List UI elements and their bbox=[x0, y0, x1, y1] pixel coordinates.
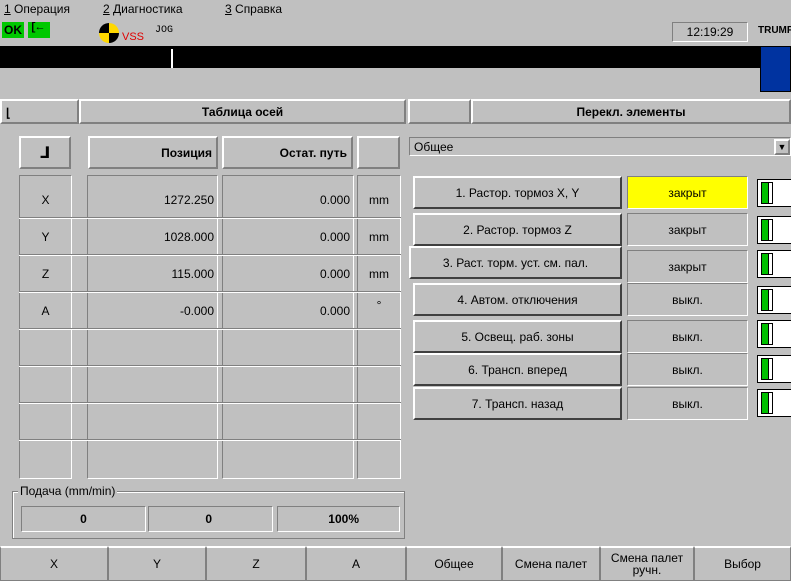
remaining-column bbox=[222, 175, 354, 479]
softkey-z[interactable]: Z bbox=[206, 546, 306, 581]
axis-name: A bbox=[41, 304, 50, 318]
switch-panel-corner bbox=[408, 99, 471, 124]
axis-name: Y bbox=[41, 230, 50, 244]
switch-toggle-4[interactable] bbox=[757, 286, 791, 314]
axis-panel-corner: ⌊ bbox=[0, 99, 79, 124]
category-dropdown-value: Общее bbox=[414, 139, 454, 154]
exit-icon[interactable] bbox=[28, 22, 50, 38]
axis-position: 115.000 bbox=[171, 267, 215, 281]
switch-toggle-7[interactable] bbox=[757, 389, 791, 417]
switch-button-7[interactable]: 7. Трансп. назад bbox=[413, 387, 622, 420]
feed-label: Подача (mm/min) bbox=[18, 484, 118, 498]
softkey-select[interactable]: Выбор bbox=[694, 546, 791, 581]
axis-unit: mm bbox=[369, 230, 389, 244]
message-bar bbox=[0, 46, 791, 68]
feed-value-1: 0 bbox=[21, 506, 146, 532]
mode-label: JOG bbox=[155, 25, 174, 36]
softkey-x[interactable]: X bbox=[0, 546, 108, 581]
axis-position: -0.000 bbox=[179, 304, 214, 318]
softkey-general[interactable]: Общее bbox=[406, 546, 502, 581]
vss-label: VSS bbox=[122, 31, 145, 43]
switch-toggle-3[interactable] bbox=[757, 250, 791, 278]
remaining-column-header: Остат. путь bbox=[222, 136, 353, 169]
coordinate-axes-icon: ⅃ bbox=[39, 143, 51, 162]
axis-column bbox=[19, 175, 72, 479]
switch-state-4: выкл. bbox=[627, 283, 748, 316]
switch-toggle-6[interactable] bbox=[757, 355, 791, 383]
switch-state-5: выкл. bbox=[627, 320, 748, 353]
unit-column-header bbox=[357, 136, 400, 169]
axis-name: Z bbox=[41, 267, 50, 281]
axis-remaining: 0.000 bbox=[319, 304, 350, 318]
switch-panel-title: Перекл. элементы bbox=[471, 99, 791, 124]
softkey-a[interactable]: A bbox=[306, 546, 406, 581]
feed-override: 100% bbox=[277, 506, 400, 532]
axis-position: 1028.000 bbox=[163, 230, 214, 244]
switch-button-3[interactable]: 3. Раст. торм. уст. см. пал. bbox=[409, 246, 622, 279]
axis-unit: mm bbox=[369, 193, 389, 207]
axis-unit: ° bbox=[376, 298, 382, 312]
switch-toggle-1[interactable] bbox=[757, 179, 791, 207]
menu-help[interactable]: 3 Справка bbox=[225, 2, 282, 16]
switch-button-6[interactable]: 6. Трансп. вперед bbox=[413, 353, 622, 386]
vss-indicator-icon bbox=[99, 23, 119, 43]
switch-toggle-5[interactable] bbox=[757, 320, 791, 348]
menu-bar: 1 Операция 2 Диагностика 3 Справка bbox=[0, 0, 791, 19]
switch-state-2: закрыт bbox=[627, 213, 748, 246]
axis-coord-button[interactable]: ⅃ bbox=[19, 136, 71, 169]
axis-position: 1272.250 bbox=[163, 193, 214, 207]
category-dropdown[interactable]: Общее bbox=[409, 137, 791, 156]
axis-corner-icon: ⌊ bbox=[6, 107, 11, 121]
axis-unit: mm bbox=[369, 267, 389, 281]
brand-logo: TRUMPF bbox=[758, 25, 791, 36]
position-column-header: Позиция bbox=[88, 136, 218, 169]
switch-button-1[interactable]: 1. Растор. тормоз X, Y bbox=[413, 176, 622, 209]
clock: 12:19:29 bbox=[672, 22, 748, 42]
softkey-pallet-change[interactable]: Смена палет bbox=[502, 546, 600, 581]
axis-remaining: 0.000 bbox=[319, 193, 350, 207]
switch-button-5[interactable]: 5. Освещ. раб. зоны bbox=[413, 320, 622, 353]
softkey-pallet-change-manual[interactable]: Смена палет ручн. bbox=[600, 546, 694, 581]
axis-table-title: Таблица осей bbox=[79, 99, 406, 124]
switch-state-3: закрыт bbox=[627, 250, 748, 283]
switch-state-7: выкл. bbox=[627, 387, 748, 420]
feed-value-2: 0 bbox=[148, 506, 273, 532]
switch-state-6: выкл. bbox=[627, 353, 748, 386]
switch-state-1: закрыт bbox=[627, 176, 748, 209]
axis-name: X bbox=[41, 193, 50, 207]
menu-diagnostics[interactable]: 2 Диагностика bbox=[103, 2, 183, 16]
unit-column bbox=[357, 175, 401, 479]
menu-operation[interactable]: 1 Операция bbox=[4, 2, 70, 16]
ok-indicator: OK bbox=[2, 22, 24, 38]
brand-blue-box bbox=[760, 46, 791, 92]
switch-toggle-2[interactable] bbox=[757, 216, 791, 244]
axis-remaining: 0.000 bbox=[319, 230, 350, 244]
softkey-y[interactable]: Y bbox=[108, 546, 206, 581]
switch-button-2[interactable]: 2. Растор. тормоз Z bbox=[413, 213, 622, 246]
chevron-down-icon[interactable]: ▼ bbox=[774, 139, 790, 155]
switch-button-4[interactable]: 4. Автом. отключения bbox=[413, 283, 622, 316]
position-column bbox=[87, 175, 218, 479]
axis-remaining: 0.000 bbox=[319, 267, 350, 281]
